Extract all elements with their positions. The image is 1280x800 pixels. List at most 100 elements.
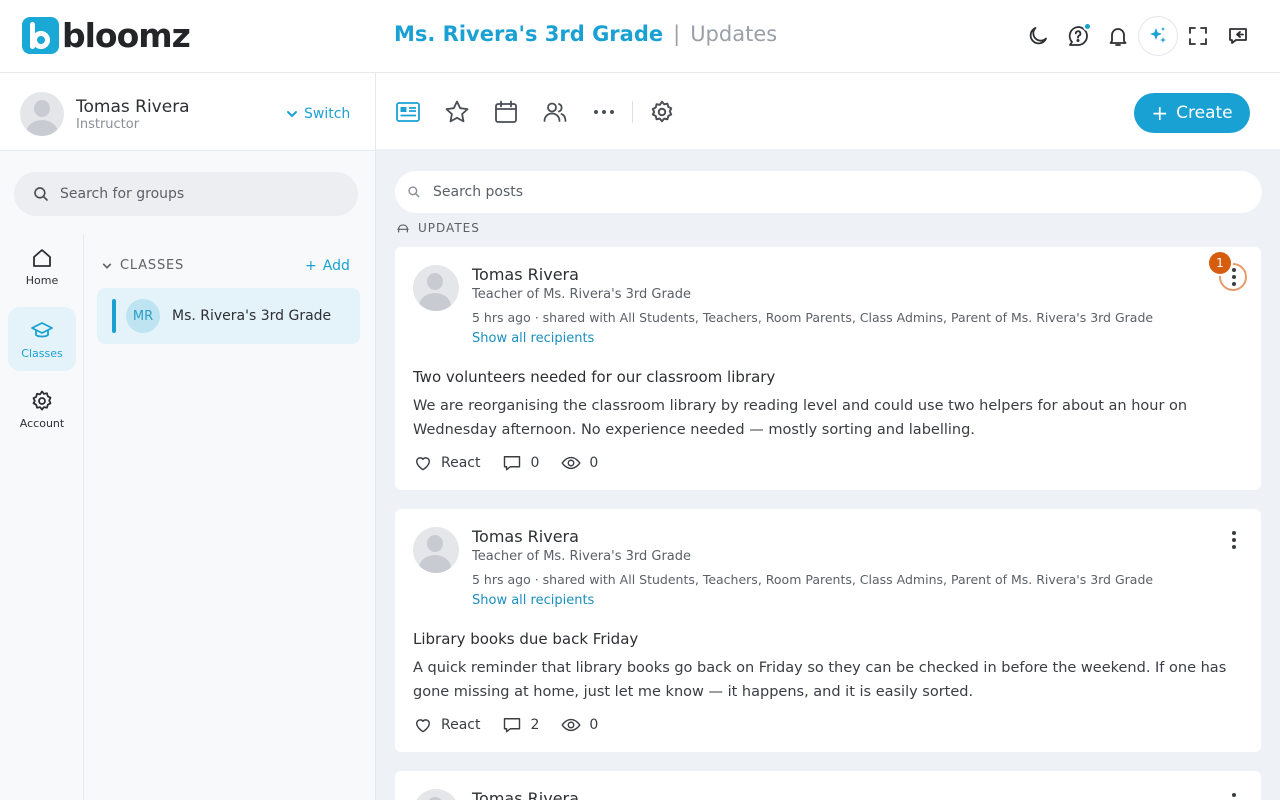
logo-mark-icon	[22, 17, 59, 54]
post-body: A quick reminder that library books go b…	[413, 660, 1227, 700]
rail-item-label: Home	[25, 273, 59, 287]
top-header: bloomz Ms. Rivera's 3rd Grade | Updates	[0, 0, 1280, 73]
react-label: React	[441, 455, 481, 471]
settings-icon[interactable]	[649, 99, 675, 125]
rail-item-label: Account	[19, 416, 65, 430]
feed-section-label: UPDATES	[396, 221, 480, 235]
view-count: 0	[589, 717, 599, 733]
comment-count: 0	[530, 455, 540, 471]
classes-heading: CLASSES	[120, 258, 185, 273]
gear-icon	[32, 390, 52, 410]
post-meta: 5 hrs ago · shared with All Students, Te…	[472, 310, 1154, 325]
switch-button-label: Switch	[304, 106, 351, 122]
post-body: We are reorganising the classroom librar…	[413, 398, 1188, 438]
post-author[interactable]: Tomas Rivera	[472, 527, 579, 546]
show-recipients-link[interactable]: Show all recipients	[472, 331, 594, 346]
comments-button[interactable]: 0	[502, 453, 539, 473]
rail-item-classes[interactable]: Classes	[8, 307, 76, 371]
feedback-icon[interactable]	[1218, 16, 1258, 56]
news-feed-icon[interactable]	[395, 99, 421, 125]
ai-sparkle-icon[interactable]	[1138, 16, 1178, 56]
plus-icon: +	[305, 258, 317, 274]
comment-icon	[504, 718, 521, 733]
group-toolbar: + Create	[376, 73, 1280, 149]
chevron-down-icon	[102, 263, 112, 269]
post-search	[395, 171, 1262, 213]
chevron-down-icon	[287, 111, 297, 118]
page-title: Ms. Rivera's 3rd Grade | Updates	[394, 22, 777, 46]
post-title: Library books due back Friday	[413, 630, 639, 648]
profile-name: Tomas Rivera	[76, 97, 190, 117]
post-search-input[interactable]	[433, 184, 1213, 200]
avatar[interactable]	[413, 265, 459, 311]
rail-item-label: Classes	[21, 346, 63, 360]
post-author-role: Teacher of Ms. Rivera's 3rd Grade	[472, 549, 692, 564]
rail-item-home[interactable]: Home	[8, 234, 76, 298]
header-actions	[1018, 16, 1258, 56]
view-count: 0	[589, 455, 599, 471]
feed-section-text: UPDATES	[418, 221, 480, 235]
toolbar-divider	[632, 101, 633, 123]
moon-icon[interactable]	[1018, 16, 1058, 56]
react-button[interactable]: React	[413, 715, 480, 735]
group-search-input[interactable]	[60, 186, 340, 202]
profile-card: Tomas Rivera Instructor Switch	[0, 73, 375, 151]
class-avatar: MR	[126, 299, 160, 333]
show-recipients-link[interactable]: Show all recipients	[472, 593, 594, 608]
add-class-label: Add	[322, 258, 350, 274]
rail-item-account[interactable]: Account	[8, 377, 76, 441]
views-button[interactable]: 0	[561, 715, 598, 735]
eye-icon	[561, 456, 581, 470]
avatar[interactable]	[413, 527, 459, 573]
react-button[interactable]: React	[413, 453, 480, 473]
post-author[interactable]: Tomas Rivera	[472, 789, 579, 800]
more-icon[interactable]	[591, 99, 617, 125]
comments-button[interactable]: 2	[502, 715, 539, 735]
page-title-group: Ms. Rivera's 3rd Grade	[394, 22, 664, 46]
eye-icon	[561, 718, 581, 732]
help-chat-icon[interactable]	[1058, 16, 1098, 56]
bloomz-logo[interactable]: bloomz	[22, 16, 191, 55]
post-meta: 5 hrs ago · shared with All Students, Te…	[472, 572, 1154, 587]
notification-dot	[1083, 22, 1092, 31]
people-icon[interactable]	[542, 99, 568, 125]
main-content: + Create UPDATES Tomas Rivera Teacher of…	[376, 73, 1280, 800]
post-card: Tomas Rivera Teacher of Ms. Rivera's 3rd…	[395, 247, 1261, 490]
notification-badge: 1	[1207, 250, 1233, 276]
search-icon	[34, 187, 48, 201]
bell-icon[interactable]	[1098, 16, 1138, 56]
profile-role: Instructor	[76, 117, 140, 132]
post-author[interactable]: Tomas Rivera	[472, 265, 579, 284]
post-card: Tomas Rivera	[395, 771, 1261, 800]
post-actions: React 2 0	[413, 715, 620, 735]
page-title-separator: |	[673, 22, 681, 46]
heart-icon	[416, 719, 430, 733]
more-vertical-icon[interactable]	[1229, 791, 1239, 800]
class-name: Ms. Rivera's 3rd Grade	[172, 308, 332, 324]
star-icon[interactable]	[444, 99, 470, 125]
post-title: Two volunteers needed for our classroom …	[413, 368, 776, 386]
avatar[interactable]	[20, 92, 64, 136]
nav-rail: Home Classes Account	[0, 234, 84, 800]
plus-icon: +	[1151, 101, 1169, 125]
class-item[interactable]: MR Ms. Rivera's 3rd Grade	[97, 288, 360, 344]
classes-section-toggle[interactable]: CLASSES	[102, 258, 184, 273]
add-class-button[interactable]: + Add	[305, 258, 350, 274]
search-icon	[408, 186, 420, 198]
fullscreen-icon[interactable]	[1178, 16, 1218, 56]
more-vertical-icon[interactable]	[1229, 529, 1239, 551]
logo-text: bloomz	[62, 16, 191, 55]
react-label: React	[441, 717, 481, 733]
create-button[interactable]: + Create	[1134, 93, 1250, 133]
home-icon	[33, 248, 51, 267]
heart-icon	[416, 457, 430, 471]
post-card: Tomas Rivera Teacher of Ms. Rivera's 3rd…	[395, 509, 1261, 752]
avatar[interactable]	[413, 789, 459, 800]
comment-icon	[504, 456, 521, 471]
calendar-icon[interactable]	[493, 99, 519, 125]
megaphone-icon	[397, 224, 409, 233]
views-button[interactable]: 0	[561, 453, 598, 473]
sidebar: Tomas Rivera Instructor Switch Home Clas…	[0, 73, 376, 800]
switch-button[interactable]: Switch	[286, 106, 350, 122]
page-title-section: Updates	[690, 22, 778, 46]
